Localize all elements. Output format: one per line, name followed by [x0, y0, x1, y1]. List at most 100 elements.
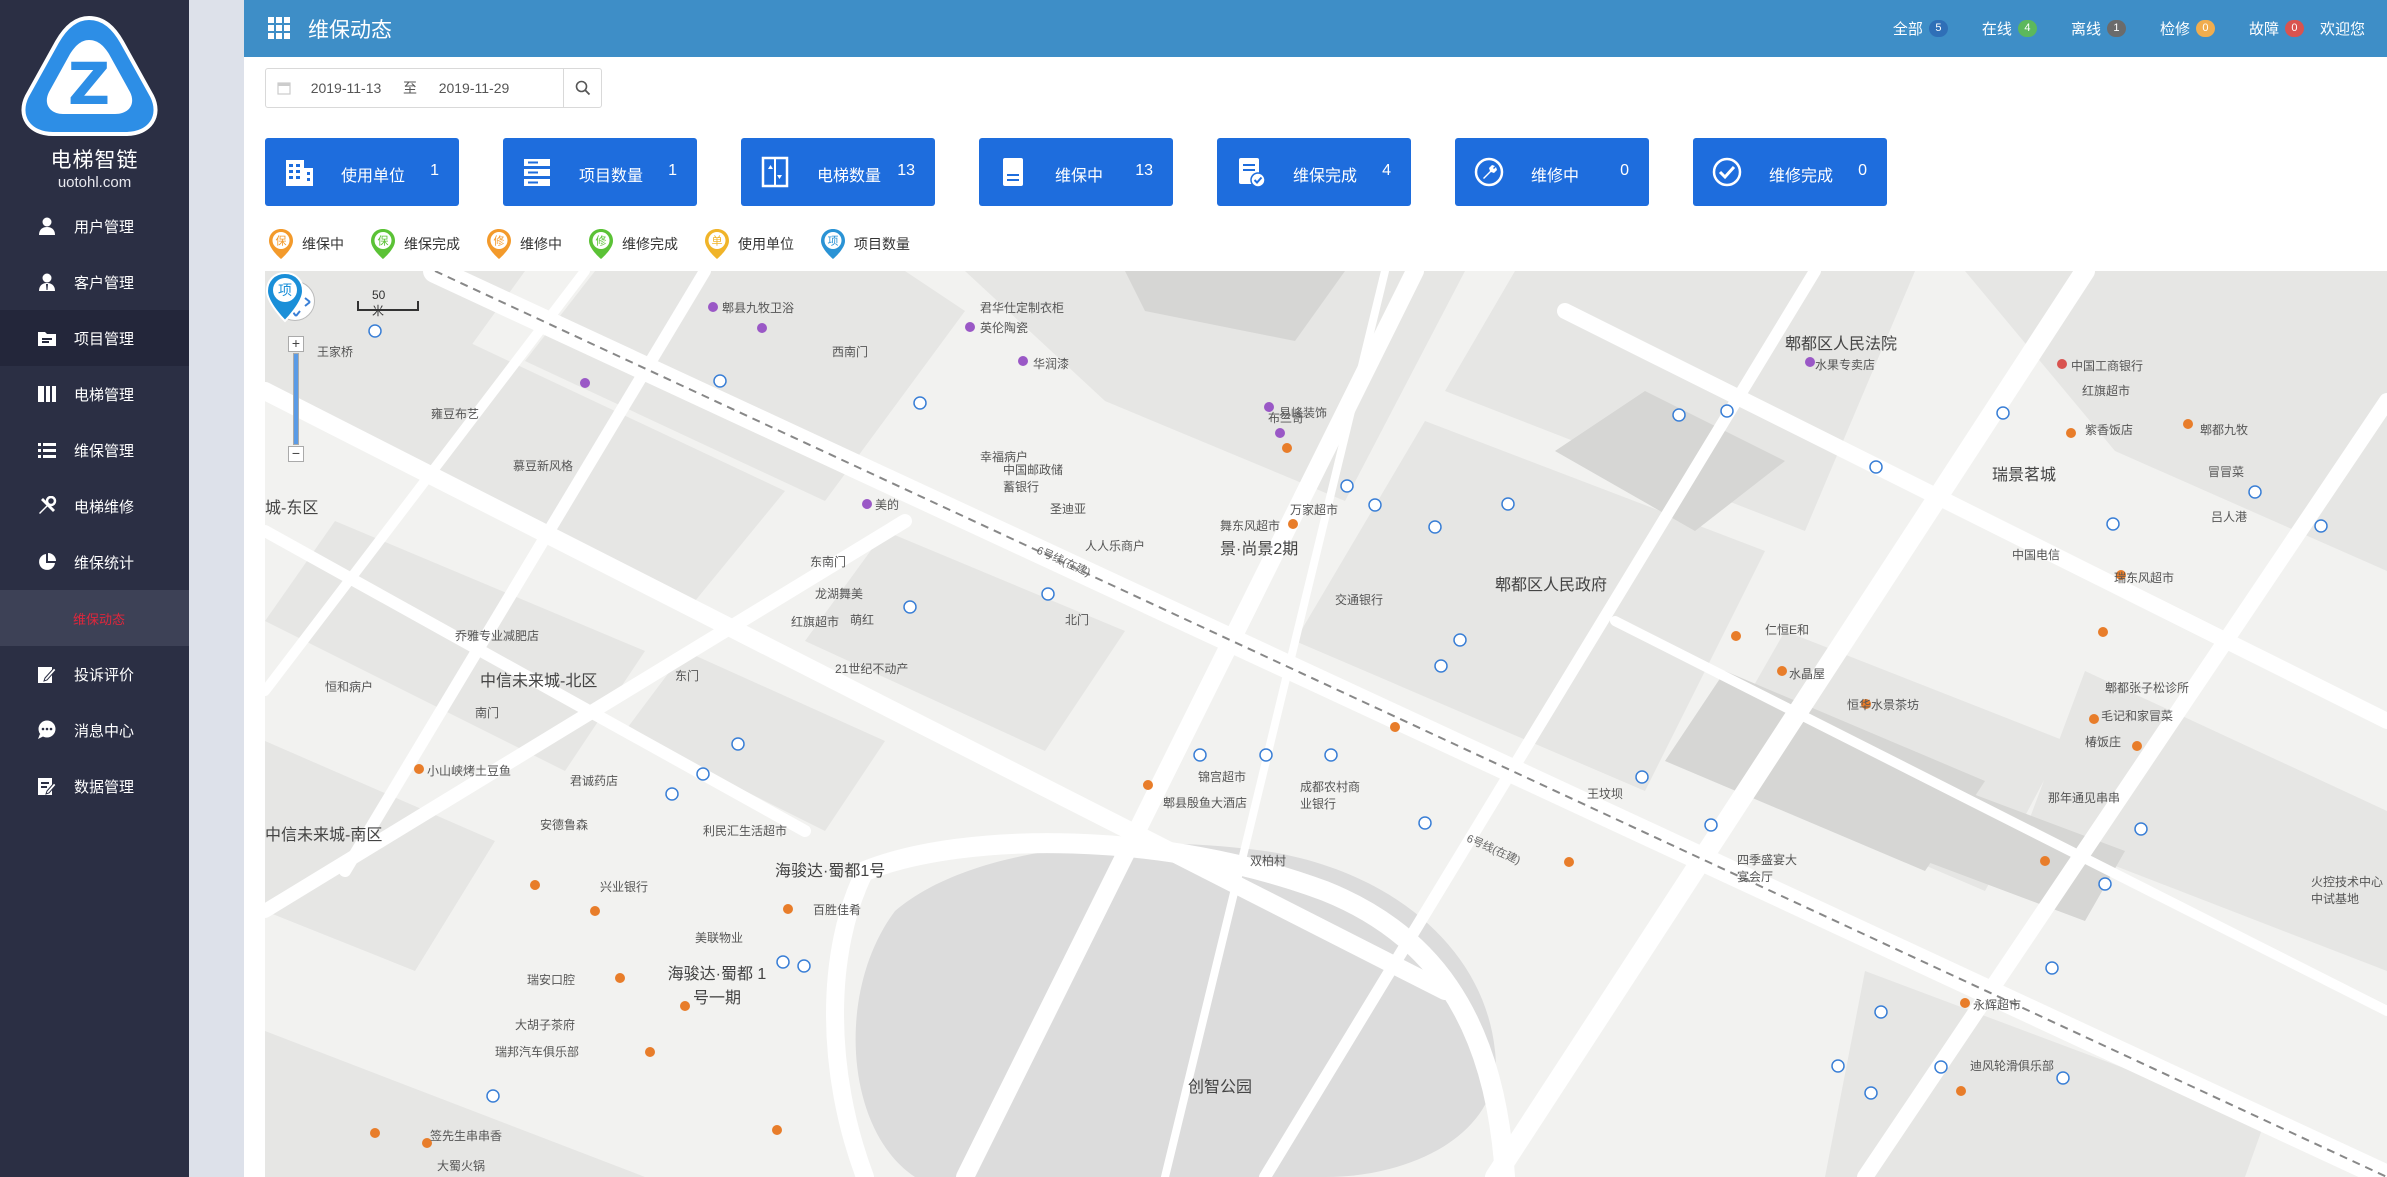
status-online[interactable]: 在线 4: [1982, 18, 2037, 39]
sidebar-item-label: 消息中心: [74, 722, 135, 740]
sidebar-item-label: 电梯维修: [74, 498, 135, 516]
map-label: 中信未来城-南区: [265, 827, 383, 844]
stat-card-label: 维修中: [1531, 168, 1580, 185]
stat-card-units[interactable]: 使用单位 1: [265, 138, 459, 206]
apps-grid-icon[interactable]: [268, 17, 290, 39]
user-icon: [36, 215, 58, 237]
submenu-item-maintenance-dynamics[interactable]: 维保动态: [0, 590, 189, 646]
map-label: 紫香饭店: [2085, 423, 2134, 437]
sidebar-item-complaints[interactable]: 投诉评价: [0, 646, 189, 702]
sidebar-item-messages[interactable]: 消息中心: [0, 702, 189, 758]
map-label: 签先生串串香: [430, 1129, 503, 1143]
map-label: 那年通见串串: [2048, 791, 2121, 805]
map-label: 美的: [875, 498, 900, 512]
legend-pin-glyph: 修: [494, 234, 505, 248]
status-badge: 5: [1928, 20, 1948, 37]
brand-logo-icon: Z: [21, 15, 158, 136]
map-label: 红旗超市: [791, 615, 840, 629]
date-range-picker: 至: [265, 68, 602, 108]
top-header: 维保动态 全部 5 在线 4 离线 1 检修 0 故障 0 欢迎您: [244, 0, 2387, 57]
status-all[interactable]: 全部 5: [1893, 18, 1948, 39]
stat-card-value: 4: [1382, 162, 1391, 179]
legend-pin-icon: 修: [487, 229, 511, 259]
legend-label: 维修完成: [622, 236, 678, 252]
stat-card-label: 维保完成: [1293, 168, 1358, 185]
sidebar-item-users[interactable]: 用户管理: [0, 198, 189, 254]
stat-card-maintained[interactable]: 维保完成 4: [1217, 138, 1411, 206]
date-start-input[interactable]: [302, 80, 390, 96]
map-label: 创智公园: [1188, 1079, 1253, 1096]
map-label: 南门: [475, 706, 500, 720]
legend-item[interactable]: 修 维修中: [486, 228, 562, 260]
welcome-text[interactable]: 欢迎您: [2320, 18, 2365, 39]
map-label: 小山峡烤土豆鱼: [427, 764, 512, 778]
customer-icon: [36, 271, 58, 293]
map-label: 龙湖舞美: [815, 587, 864, 601]
legend-pin-icon: 单: [705, 229, 729, 259]
legend-item[interactable]: 项 项目数量: [820, 228, 910, 260]
map-label: 君华仕定制衣柜: [980, 301, 1065, 315]
list-icon: [36, 439, 58, 461]
stat-card-label: 维修完成: [1769, 168, 1834, 185]
map-label: 中国工商银行: [2071, 359, 2144, 373]
legend-pin-icon: 保: [269, 229, 293, 259]
stat-card-label: 使用单位: [341, 168, 406, 185]
zoom-in-button[interactable]: +: [288, 336, 304, 352]
date-end-input[interactable]: [430, 80, 518, 96]
map-label: 海骏达·蜀都 1号一期: [667, 966, 767, 1007]
legend-item[interactable]: 保 维保完成: [370, 228, 460, 260]
legend-label: 维保中: [302, 236, 344, 252]
stat-card-elevators[interactable]: 电梯数量 13: [741, 138, 935, 206]
map-label: 东南门: [810, 555, 847, 569]
zoom-out-button[interactable]: −: [288, 446, 304, 462]
stat-card-repaired[interactable]: 维修完成 0: [1693, 138, 1887, 206]
map-label: 大蜀火锅: [437, 1159, 486, 1173]
status-offline[interactable]: 离线 1: [2071, 18, 2126, 39]
stat-card-repairing[interactable]: 维修中 0: [1455, 138, 1649, 206]
map-label: 郫都区人民法院: [1785, 336, 1898, 353]
content-gutter: [189, 0, 244, 1177]
map-label: 成都农村商业银行: [1300, 780, 1361, 811]
stat-card-maintaining[interactable]: 维保中 13: [979, 138, 1173, 206]
status-label: 检修: [2159, 21, 2190, 38]
sidebar-item-customers[interactable]: 客户管理: [0, 254, 189, 310]
map-label: 景·尚景2期: [1220, 541, 1299, 558]
legend-item[interactable]: 单 使用单位: [704, 228, 794, 260]
sidebar-item-projects[interactable]: 项目管理: [0, 310, 189, 366]
map-label: 王家桥: [317, 345, 354, 359]
status-fault[interactable]: 故障 0: [2249, 18, 2304, 39]
status-inspection[interactable]: 检修 0: [2160, 18, 2215, 39]
project-marker-icon[interactable]: 项: [265, 271, 305, 323]
calendar-icon[interactable]: [266, 69, 302, 107]
legend-item[interactable]: 保 维保中: [268, 228, 344, 260]
legend-label: 维修中: [520, 236, 562, 252]
edit-icon: [36, 663, 58, 685]
map-label: 东门: [675, 669, 700, 683]
map-label: 21世纪不动产: [835, 662, 909, 676]
sidebar-item-repair[interactable]: 电梯维修: [0, 478, 189, 534]
sidebar-item-label: 数据管理: [74, 778, 135, 796]
map-scale-bar: [357, 301, 419, 311]
stat-card-value: 0: [1858, 162, 1867, 179]
document-check-icon: [1239, 158, 1266, 188]
map-label: 椿饭庄: [2085, 735, 2122, 749]
search-icon[interactable]: [563, 69, 601, 107]
wrench-check-icon: [1712, 157, 1742, 187]
sidebar: Z 电梯智链 uotohl.com 用户管理 客户管理 项目管理 电梯管理 维保…: [0, 0, 189, 1177]
stat-card-projects[interactable]: 项目数量 1: [503, 138, 697, 206]
elevator-icon: [761, 156, 789, 188]
sidebar-item-elevators[interactable]: 电梯管理: [0, 366, 189, 422]
sidebar-item-maintenance[interactable]: 维保管理: [0, 422, 189, 478]
map-label: 双柏村: [1250, 854, 1287, 868]
map-scale-label: 50 米: [372, 288, 386, 318]
sidebar-item-data[interactable]: 数据管理: [0, 758, 189, 814]
map-label: 兴业银行: [600, 880, 649, 894]
sidebar-item-statistics[interactable]: 维保统计: [0, 534, 189, 590]
map-label: 美联物业: [695, 931, 744, 945]
map-label: 圣迪亚: [1050, 502, 1087, 516]
map-view[interactable]: 城-东区 中信未来城-北区 中信未来城-南区 王家桥 景·尚景2期 郫都区人民政…: [265, 271, 2387, 1177]
stat-card-value: 1: [430, 162, 439, 179]
wrench-icon: [1474, 157, 1504, 187]
zoom-slider[interactable]: [293, 353, 299, 445]
legend-item[interactable]: 修 维修完成: [588, 228, 678, 260]
